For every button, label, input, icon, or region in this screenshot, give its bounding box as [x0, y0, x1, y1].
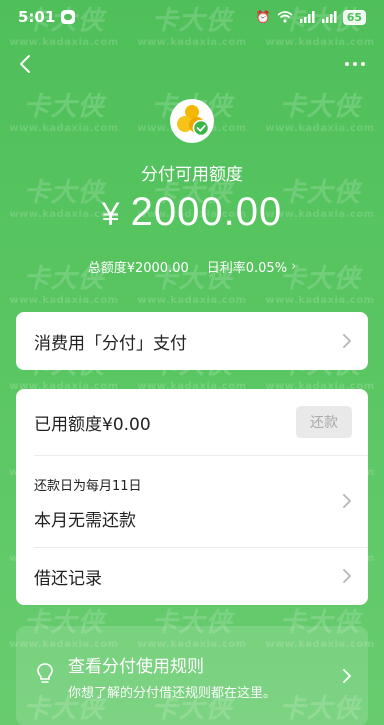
signal-icon	[299, 11, 315, 23]
wechat-notification-icon	[61, 10, 76, 24]
chevron-right-icon	[342, 568, 352, 584]
limit-details: 总额度¥2000.00 日利率0.05% ›	[0, 257, 384, 276]
usage-card: 已用额度¥0.00 还款 还款日为每月11日 本月无需还款 借还记录	[16, 389, 368, 605]
more-dot	[353, 62, 357, 66]
currency-symbol: ¥	[101, 196, 121, 232]
repayment-status: 本月无需还款	[34, 511, 136, 531]
usage-rules-title: 查看分付使用规则	[68, 657, 204, 677]
pay-with-fenfu-card[interactable]: 消费用「分付」支付	[16, 312, 368, 370]
total-limit: 总额度¥2000.00	[87, 261, 189, 276]
usage-rules-description: 你想了解的分付借还规则都在这里。	[68, 686, 277, 701]
more-options-button[interactable]	[340, 50, 370, 78]
signal-icon-2	[321, 11, 337, 23]
status-bar: 5:01 ⏰ 65	[0, 0, 384, 34]
used-amount: 已用额度¥0.00	[34, 414, 151, 435]
usage-rules-card[interactable]: 查看分付使用规则 你想了解的分付借还规则都在这里。	[16, 626, 368, 725]
chevron-right-icon	[342, 333, 352, 349]
wifi-icon	[277, 11, 293, 23]
chevron-right-icon	[342, 493, 352, 509]
status-indicators: ⏰ 65	[255, 9, 366, 25]
borrow-repay-history-row[interactable]: 借还记录	[16, 547, 368, 605]
fenfu-logo	[170, 99, 214, 143]
battery-indicator: 65	[342, 9, 366, 25]
daily-rate: 日利率0.05%	[206, 261, 288, 276]
borrow-repay-history-label: 借还记录	[34, 568, 102, 589]
repay-button[interactable]: 还款	[296, 406, 352, 438]
available-limit-label: 分付可用额度	[141, 165, 243, 185]
watermark-tile: 卡大侠www.kadaxia.com	[9, 92, 119, 134]
available-limit-amount: ¥2000.00	[0, 190, 384, 235]
repayment-date-row[interactable]: 还款日为每月11日 本月无需还款	[16, 455, 368, 547]
chevron-right-icon: ›	[291, 259, 297, 274]
chevron-left-icon	[20, 55, 30, 73]
more-dot	[345, 62, 349, 66]
amount-value: 2000.00	[130, 190, 283, 234]
alarm-icon: ⏰	[255, 10, 271, 24]
chevron-right-icon	[342, 668, 352, 684]
back-button[interactable]	[12, 50, 40, 78]
daily-rate-link[interactable]: 日利率0.05% ›	[207, 257, 297, 276]
pay-with-fenfu-row[interactable]: 消费用「分付」支付	[16, 312, 368, 370]
status-time: 5:01	[18, 8, 56, 26]
lightbulb-icon	[37, 663, 53, 683]
watermark-tile: 卡大侠www.kadaxia.com	[265, 92, 375, 134]
pay-with-fenfu-label: 消费用「分付」支付	[34, 333, 187, 354]
more-dot	[361, 62, 365, 66]
repayment-date-label: 还款日为每月11日	[34, 479, 142, 494]
navigation-bar	[0, 44, 384, 84]
